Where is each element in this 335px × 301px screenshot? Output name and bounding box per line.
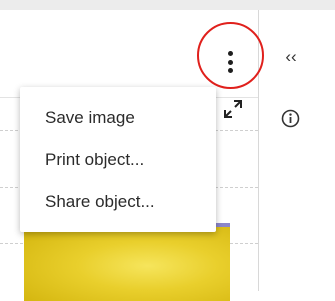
expand-diagonal-icon[interactable] xyxy=(221,97,245,121)
chart-bar xyxy=(24,223,230,301)
menu-item-print-object[interactable]: Print object... xyxy=(20,138,216,182)
more-vertical-icon xyxy=(227,51,233,73)
menu-item-share-object[interactable]: Share object... xyxy=(20,180,216,224)
context-menu: Save image Print object... Share object.… xyxy=(20,87,216,232)
more-options-button[interactable] xyxy=(201,37,259,87)
double-chevron-left-icon[interactable]: ‹‹ xyxy=(280,46,302,68)
info-circle-icon[interactable] xyxy=(281,109,300,128)
menu-item-save-image[interactable]: Save image xyxy=(20,96,216,140)
top-strip xyxy=(0,0,335,10)
